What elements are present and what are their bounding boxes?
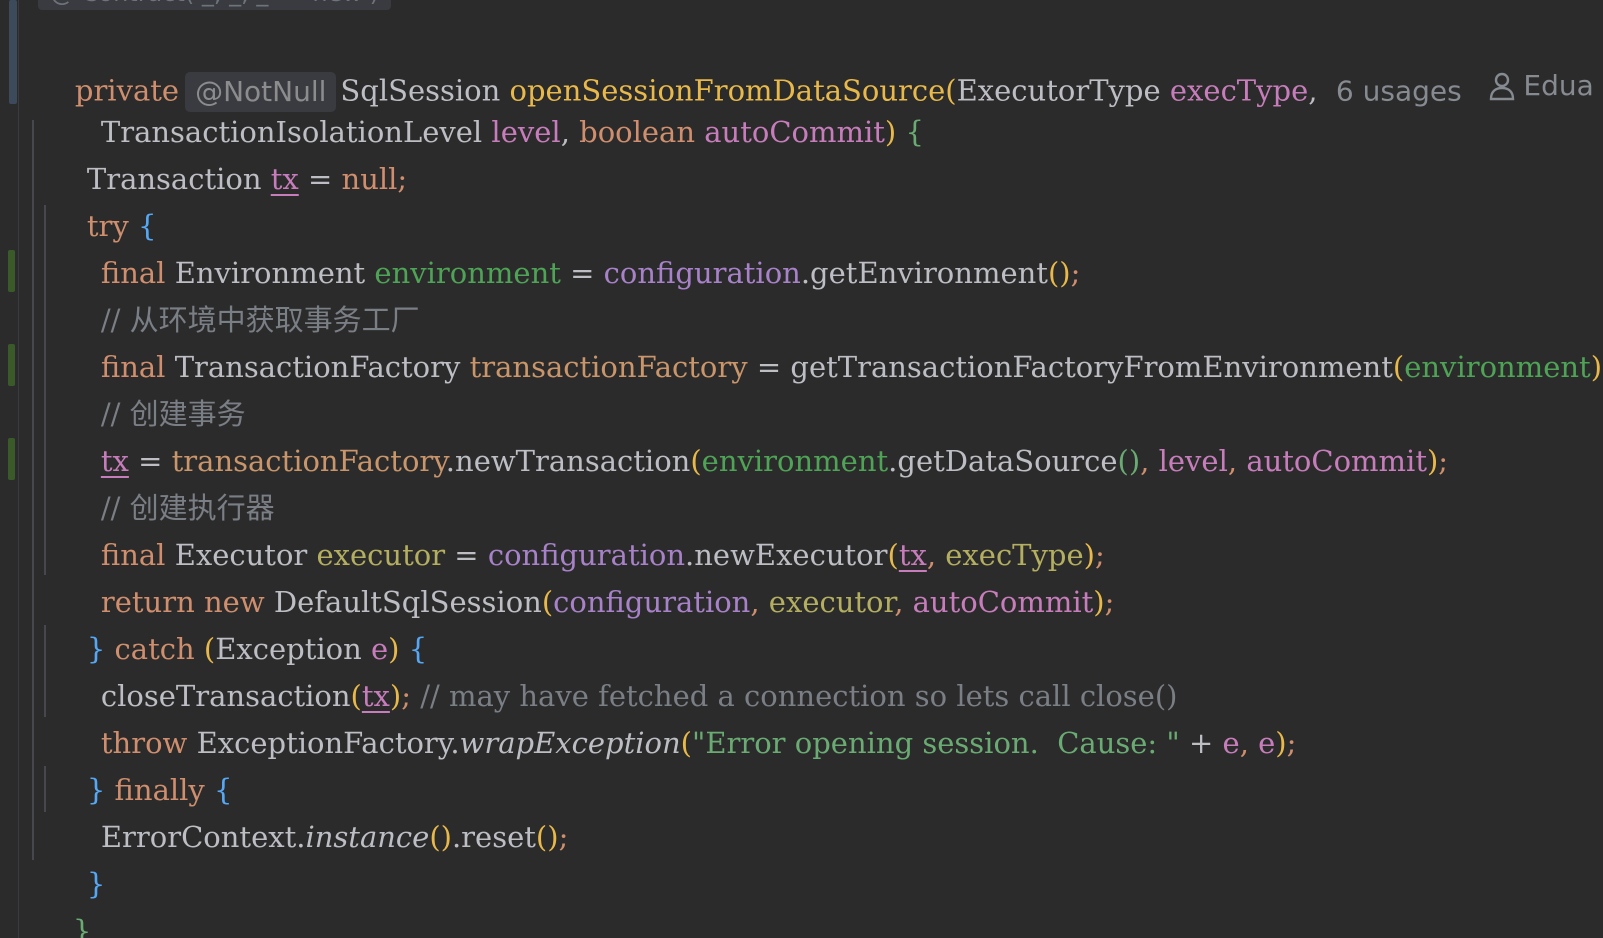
static-method-call: instance: [305, 820, 430, 854]
paren: (): [1117, 444, 1141, 478]
code-line-17[interactable]: ErrorContext.instance().reset();: [64, 767, 568, 854]
operator: =: [307, 162, 333, 196]
code-line-7[interactable]: final TransactionFactory transactionFact…: [64, 297, 1603, 384]
method-call: .reset: [451, 820, 536, 854]
type-name: ExecutorType: [956, 73, 1161, 108]
usages-hint[interactable]: 6 usages: [1336, 75, 1462, 108]
parameter: e: [1222, 726, 1240, 760]
parameter: level: [491, 115, 561, 149]
local-variable: environment: [701, 444, 889, 478]
paren: ): [884, 115, 897, 149]
gutter-change-marker[interactable]: [8, 344, 15, 386]
operator: =: [756, 350, 782, 384]
code-line-11[interactable]: final Executor executor = configuration.…: [64, 485, 1105, 572]
field: configuration: [603, 256, 801, 290]
field: configuration: [553, 585, 751, 619]
code-line-19[interactable]: }: [36, 861, 91, 938]
comma: ,: [1227, 444, 1238, 478]
semicolon: ;: [397, 162, 408, 196]
code-line-13[interactable]: } catch (Exception e) {: [50, 579, 427, 666]
parameter: e: [1258, 726, 1276, 760]
parameter: autoCommit: [704, 115, 885, 149]
dot: .: [450, 726, 460, 760]
author-hint[interactable]: Edua: [1489, 62, 1594, 109]
code-line-3[interactable]: Transaction tx = null;: [50, 109, 407, 196]
parameter: level: [1158, 444, 1228, 478]
local-variable: transactionFactory: [469, 350, 748, 384]
code-line-9[interactable]: tx = transactionFactory.newTransaction(e…: [64, 391, 1448, 478]
semicolon: ;: [1438, 444, 1449, 478]
paren: ): [1093, 585, 1105, 619]
semicolon: ;: [1104, 585, 1115, 619]
operator: +: [1188, 726, 1214, 760]
code-line-2[interactable]: TransactionIsolationLevel level, boolean…: [64, 62, 924, 149]
method-call: .newTransaction: [445, 444, 691, 478]
code-line-15[interactable]: throw ExceptionFactory.wrapException("Er…: [64, 673, 1297, 760]
paren: (: [690, 444, 702, 478]
indent-guide: [44, 766, 46, 812]
parameter: execType: [1169, 73, 1309, 108]
paren: (: [945, 73, 957, 108]
code-line-16[interactable]: } finally {: [50, 720, 233, 807]
contract-annotation-fragment: @ Contract( _, _, _ -> new ): [38, 0, 392, 10]
static-method-call: wrapException: [459, 726, 681, 760]
paren: ): [1275, 726, 1287, 760]
comma: ,: [1308, 73, 1318, 108]
parameter: autoCommit: [912, 585, 1094, 619]
brace: {: [905, 115, 924, 149]
person-icon: [1490, 72, 1515, 100]
code-line-5[interactable]: final Environment environment = configur…: [64, 203, 1081, 290]
semicolon: ;: [558, 820, 569, 854]
gutter-change-marker[interactable]: [8, 250, 15, 292]
indent-guide: [32, 120, 34, 860]
method-call: .getDataSource: [888, 444, 1118, 478]
comma: ,: [1239, 726, 1249, 760]
type-name: ErrorContext: [100, 820, 297, 854]
code-editor[interactable]: @ Contract( _, _, _ -> new ) private@Not…: [0, 0, 1603, 938]
editor-gutter[interactable]: [0, 0, 19, 938]
type-name: ExceptionFactory: [196, 726, 451, 760]
comma: ,: [1140, 444, 1150, 478]
code-line-12[interactable]: return new DefaultSqlSession(configurati…: [64, 532, 1115, 619]
indent-guide: [44, 205, 46, 575]
paren: ): [1590, 350, 1603, 384]
local-variable: executor: [768, 585, 895, 619]
variable-tx: tx: [270, 162, 299, 196]
semicolon: ;: [1070, 256, 1081, 290]
keyword: null: [341, 162, 398, 196]
string-literal: "Error opening session. Cause: ": [691, 726, 1180, 760]
parameter: autoCommit: [1246, 444, 1427, 478]
code-line-8[interactable]: // 创建事务: [64, 344, 246, 431]
keyword: boolean: [579, 115, 696, 149]
paren: (): [429, 820, 452, 854]
indent-guide: [44, 625, 46, 717]
code-line-14[interactable]: closeTransaction(tx); // may have fetche…: [64, 626, 1178, 713]
paren: (: [541, 585, 554, 619]
code-line-6[interactable]: // 从环境中获取事务工厂: [64, 250, 420, 337]
method-call: getTransactionFactoryFromEnvironment: [790, 350, 1393, 384]
code-line-1[interactable]: private @NotNull SqlSession openSessionFro…: [38, 15, 1594, 112]
operator: =: [570, 256, 595, 290]
comma: ,: [894, 585, 904, 619]
gutter-change-marker[interactable]: [8, 438, 15, 480]
local-variable: environment: [1404, 350, 1591, 384]
semicolon: ;: [1286, 726, 1297, 760]
method-call: .getEnvironment: [800, 256, 1048, 290]
comma: ,: [750, 585, 760, 619]
paren: (: [680, 726, 692, 760]
paren: ): [1426, 444, 1439, 478]
code-line-10[interactable]: // 创建执行器: [64, 438, 275, 525]
author-name: Edua: [1523, 69, 1594, 102]
code-line-18[interactable]: }: [50, 814, 105, 901]
brace: }: [72, 914, 92, 938]
code-line-4[interactable]: try {: [50, 156, 157, 243]
paren: (): [535, 820, 559, 854]
gutter-change-marker[interactable]: [9, 0, 17, 104]
comma: ,: [560, 115, 570, 149]
paren: (): [1047, 256, 1071, 290]
paren: (: [1392, 350, 1405, 384]
